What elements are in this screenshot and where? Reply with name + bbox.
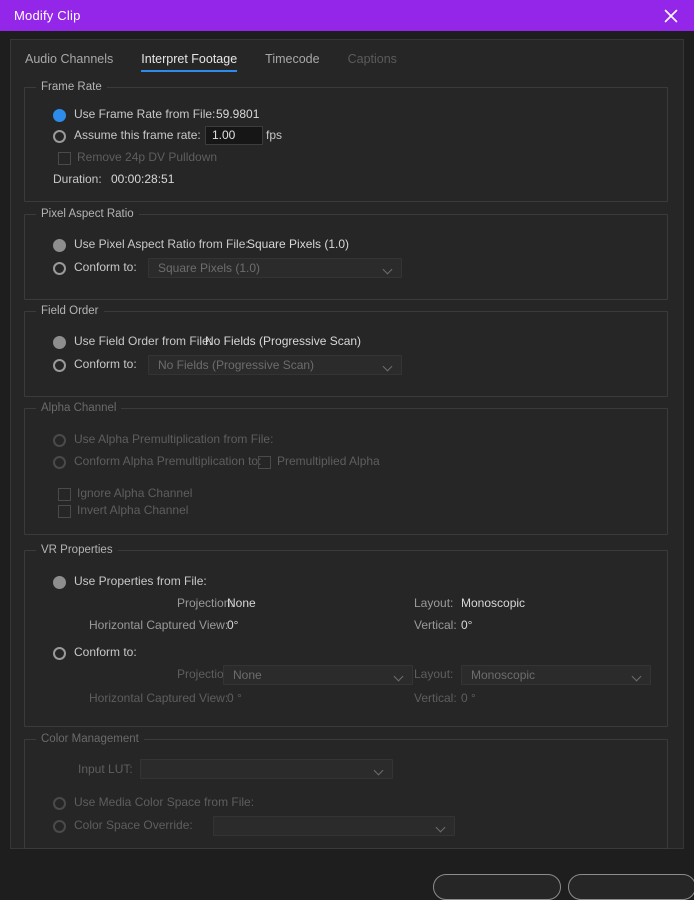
radio-use-field-order-from-file[interactable] <box>53 336 66 349</box>
label-duration: Duration: <box>53 172 102 186</box>
tab-audio-channels[interactable]: Audio Channels <box>25 52 113 72</box>
label-use-media-color-space-from-file: Use Media Color Space from File: <box>74 795 255 809</box>
dropdown-conform-field-order-value: No Fields (Progressive Scan) <box>158 358 315 372</box>
window-title: Modify Clip <box>14 8 81 23</box>
alpha-channel-group: Alpha Channel Use Alpha Premultiplicatio… <box>24 402 668 535</box>
close-button[interactable] <box>648 0 694 31</box>
chevron-down-icon <box>384 363 393 368</box>
dropdown-conform-par-value: Square Pixels (1.0) <box>158 261 261 275</box>
radio-conform-par[interactable] <box>53 262 66 275</box>
tab-captions: Captions <box>347 52 397 66</box>
label-premultiplied-alpha: Premultiplied Alpha <box>277 454 380 468</box>
dropdown-conform-field-order[interactable]: No Fields (Progressive Scan) <box>148 355 402 375</box>
dropdown-conform-par[interactable]: Square Pixels (1.0) <box>148 258 402 278</box>
value-conform-vertical: 0 ° <box>461 691 476 705</box>
radio-conform-field-order[interactable] <box>53 359 66 372</box>
frame-rate-input[interactable] <box>205 126 263 145</box>
label-file-vertical: Vertical: <box>414 618 457 632</box>
radio-conform-alpha-premultiplication <box>53 456 66 469</box>
dropdown-conform-projection[interactable]: None <box>223 665 413 685</box>
label-color-space-override: Color Space Override: <box>74 818 193 832</box>
label-file-projection: Projection: <box>177 596 234 610</box>
chevron-down-icon <box>437 824 446 829</box>
label-remove-24p-pulldown: Remove 24p DV Pulldown <box>77 150 218 164</box>
pixel-aspect-ratio-group-title: Pixel Aspect Ratio <box>36 208 139 220</box>
value-file-layout: Monoscopic <box>461 596 526 610</box>
field-order-group-title: Field Order <box>36 305 104 317</box>
label-conform-par: Conform to: <box>74 260 137 274</box>
color-management-group: Color Management Input LUT: Use Media Co… <box>24 733 668 849</box>
label-use-frame-rate-from-file: Use Frame Rate from File: <box>74 107 216 121</box>
window-title-bar: Modify Clip <box>0 0 694 31</box>
value-duration: 00:00:28:51 <box>111 172 175 186</box>
dropdown-input-lut <box>140 759 393 779</box>
label-conform-vertical: Vertical: <box>414 691 457 705</box>
label-input-lut: Input LUT: <box>78 762 133 776</box>
radio-assume-frame-rate[interactable] <box>53 130 66 143</box>
ok-button[interactable] <box>568 874 694 900</box>
radio-conform-vr-properties[interactable] <box>53 647 66 660</box>
label-use-vr-properties-from-file: Use Properties from File: <box>74 574 207 588</box>
dropdown-conform-projection-value: None <box>233 668 262 682</box>
label-conform-horizontal-captured-view: Horizontal Captured View: <box>89 691 229 705</box>
chevron-down-icon <box>375 767 384 772</box>
radio-use-vr-properties-from-file[interactable] <box>53 576 66 589</box>
pixel-aspect-ratio-group: Pixel Aspect Ratio Use Pixel Aspect Rati… <box>24 208 668 300</box>
field-order-group: Field Order Use Field Order from File: N… <box>24 305 668 397</box>
radio-use-alpha-premultiplication-from-file <box>53 434 66 447</box>
label-use-par-from-file: Use Pixel Aspect Ratio from File: <box>74 237 249 251</box>
value-file-horizontal-captured-view: 0° <box>227 618 239 632</box>
label-conform-vr-properties: Conform to: <box>74 645 137 659</box>
checkbox-premultiplied-alpha <box>258 456 271 469</box>
value-file-vertical: 0° <box>461 618 473 632</box>
radio-use-frame-rate-from-file[interactable] <box>53 109 66 122</box>
radio-use-par-from-file[interactable] <box>53 239 66 252</box>
value-par-from-file: Square Pixels (1.0) <box>247 237 350 251</box>
dropdown-conform-layout[interactable]: Monoscopic <box>461 665 651 685</box>
checkbox-ignore-alpha-channel <box>58 488 71 501</box>
label-conform-alpha-premultiplication: Conform Alpha Premultiplication to: <box>74 454 262 468</box>
vr-properties-group-title: VR Properties <box>36 544 118 556</box>
radio-color-space-override <box>53 820 66 833</box>
vr-properties-group: VR Properties Use Properties from File: … <box>24 544 668 727</box>
tab-timecode[interactable]: Timecode <box>265 52 319 72</box>
frame-rate-group: Frame Rate Use Frame Rate from File: 59.… <box>24 81 668 202</box>
label-use-field-order-from-file: Use Field Order from File: <box>74 334 213 348</box>
color-management-group-title: Color Management <box>36 733 144 745</box>
chevron-down-icon <box>395 673 404 678</box>
dropdown-conform-layout-value: Monoscopic <box>471 668 536 682</box>
label-ignore-alpha-channel: Ignore Alpha Channel <box>77 486 193 500</box>
value-frame-rate-from-file: 59.9801 <box>216 107 260 121</box>
dropdown-color-space-override <box>213 816 455 836</box>
checkbox-remove-24p-pulldown <box>58 152 71 165</box>
label-conform-layout: Layout: <box>414 667 454 681</box>
cancel-button[interactable] <box>433 874 561 900</box>
label-fps-unit: fps <box>266 128 283 142</box>
chevron-down-icon <box>384 266 393 271</box>
value-field-order-from-file: No Fields (Progressive Scan) <box>205 334 362 348</box>
checkbox-invert-alpha-channel <box>58 505 71 518</box>
label-invert-alpha-channel: Invert Alpha Channel <box>77 503 189 517</box>
label-use-alpha-premultiplication-from-file: Use Alpha Premultiplication from File: <box>74 432 274 446</box>
value-conform-horizontal-captured-view: 0 ° <box>227 691 242 705</box>
tab-bar: Audio Channels Interpret Footage Timecod… <box>11 40 683 74</box>
dialog-body: Audio Channels Interpret Footage Timecod… <box>0 31 694 900</box>
label-conform-field-order: Conform to: <box>74 357 137 371</box>
value-file-projection: None <box>227 596 256 610</box>
label-file-layout: Layout: <box>414 596 454 610</box>
alpha-channel-group-title: Alpha Channel <box>36 402 122 414</box>
close-icon <box>664 9 678 23</box>
frame-rate-group-title: Frame Rate <box>36 81 107 93</box>
settings-panel: Audio Channels Interpret Footage Timecod… <box>10 39 684 849</box>
radio-use-media-color-space-from-file <box>53 797 66 810</box>
tab-interpret-footage[interactable]: Interpret Footage <box>141 52 237 72</box>
chevron-down-icon <box>633 673 642 678</box>
label-assume-frame-rate: Assume this frame rate: <box>74 128 201 142</box>
label-file-horizontal-captured-view: Horizontal Captured View: <box>89 618 229 632</box>
